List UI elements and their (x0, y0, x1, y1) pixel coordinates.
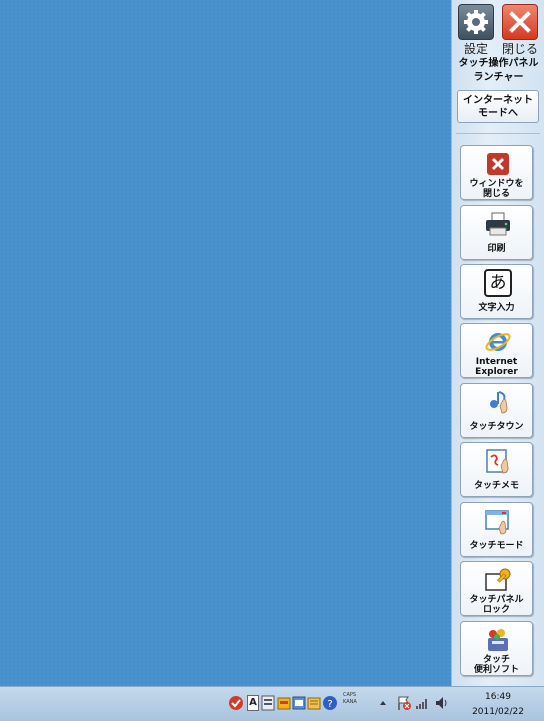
touch-panel-lock-icon (485, 568, 511, 591)
show-hidden-icons-icon[interactable] (378, 695, 388, 711)
caps-label: CAPS (343, 692, 357, 698)
svg-text:?: ? (327, 699, 332, 710)
touch-utility-label-line1: タッチ (482, 655, 510, 665)
touch-panel-lock-label-line1: タッチパネル (469, 595, 524, 605)
security-shield-icon[interactable] (228, 695, 244, 711)
touch-panel-lock-label-line2: ロック (482, 605, 510, 615)
text-input-label: 文字入力 (478, 303, 515, 313)
touch-memo-tile[interactable]: タッチメモ (460, 442, 533, 497)
close-button[interactable] (502, 4, 538, 40)
ime-mode-label: A (249, 697, 257, 708)
print-tile[interactable]: 印刷 (460, 205, 533, 260)
kana-label: KANA (343, 699, 357, 705)
close-label: 閉じる (501, 42, 538, 56)
launcher-title-line2: ランチャー (473, 72, 524, 83)
gear-icon (464, 10, 488, 34)
touch-memo-label: タッチメモ (473, 481, 519, 491)
internet-mode-line2: モードへ (478, 108, 518, 119)
ime-tools-icon[interactable] (277, 695, 291, 711)
launcher-title-line1: タッチ操作パネル (458, 58, 539, 69)
clock-date[interactable]: 2011/02/22 (460, 707, 536, 717)
printer-icon (486, 212, 510, 236)
ime-mode-indicator[interactable]: A (247, 695, 259, 711)
settings-button[interactable] (458, 4, 494, 40)
touch-launcher-panel: 設定 閉じる タッチ操作パネル ランチャー インターネット モードへ ウィンドウ… (451, 0, 544, 686)
internet-explorer-tile[interactable]: Internet Explorer (460, 323, 533, 378)
touch-mode-icon (485, 510, 509, 535)
close-window-tile[interactable]: ウィンドウを 閉じる (460, 145, 533, 200)
touch-town-label: タッチタウン (469, 422, 524, 432)
internet-mode-line1: インターネット (463, 95, 533, 106)
ime-pad-icon[interactable] (292, 695, 306, 711)
close-window-label: ウィンドウを 閉じる (461, 179, 532, 199)
touch-panel-lock-tile[interactable]: タッチパネル ロック (460, 561, 533, 616)
touch-mode-tile[interactable]: タッチモード (460, 502, 533, 557)
close-icon (509, 11, 531, 33)
clock-time[interactable]: 16:49 (468, 692, 528, 702)
touch-utility-icon (488, 629, 508, 651)
touch-mode-label: タッチモード (469, 541, 524, 551)
internet-explorer-label-line2: Explorer (475, 367, 518, 377)
text-input-tile[interactable]: あ 文字入力 (460, 264, 533, 319)
launcher-title: タッチ操作パネル ランチャー (452, 57, 544, 85)
help-icon[interactable]: ? (322, 695, 338, 711)
touch-utility-label-line2: 便利ソフト (473, 665, 519, 675)
settings-label: 設定 (463, 42, 488, 56)
ime-dictionary-icon[interactable] (261, 695, 275, 711)
internet-mode-button[interactable]: インターネット モードへ (457, 90, 539, 123)
touch-town-tile[interactable]: タッチタウン (460, 383, 533, 438)
touch-memo-icon (486, 449, 509, 474)
close-window-icon (487, 153, 509, 175)
close-window-label-line2: 閉じる (482, 189, 510, 199)
text-input-glyph: あ (489, 273, 507, 293)
network-signal-icon[interactable] (414, 695, 430, 711)
touch-town-icon (490, 391, 508, 414)
print-label: 印刷 (487, 244, 506, 254)
text-input-icon: あ (484, 269, 512, 297)
internet-explorer-label-line1: Internet (475, 357, 518, 367)
divider (456, 133, 540, 134)
close-window-label-line1: ウィンドウを (469, 179, 524, 189)
internet-explorer-label: Internet Explorer (461, 357, 532, 377)
touch-utility-tile[interactable]: タッチ 便利ソフト (460, 621, 533, 676)
ime-options-icon[interactable] (307, 695, 321, 711)
touch-utility-label: タッチ 便利ソフト (461, 655, 532, 675)
touch-panel-lock-label: タッチパネル ロック (461, 595, 532, 615)
action-center-flag-icon[interactable] (396, 695, 412, 711)
caps-kana-indicator: CAPS KANA (343, 692, 357, 706)
volume-speaker-icon[interactable] (434, 695, 448, 711)
desktop-background[interactable] (0, 0, 451, 686)
internet-explorer-icon (485, 333, 511, 351)
